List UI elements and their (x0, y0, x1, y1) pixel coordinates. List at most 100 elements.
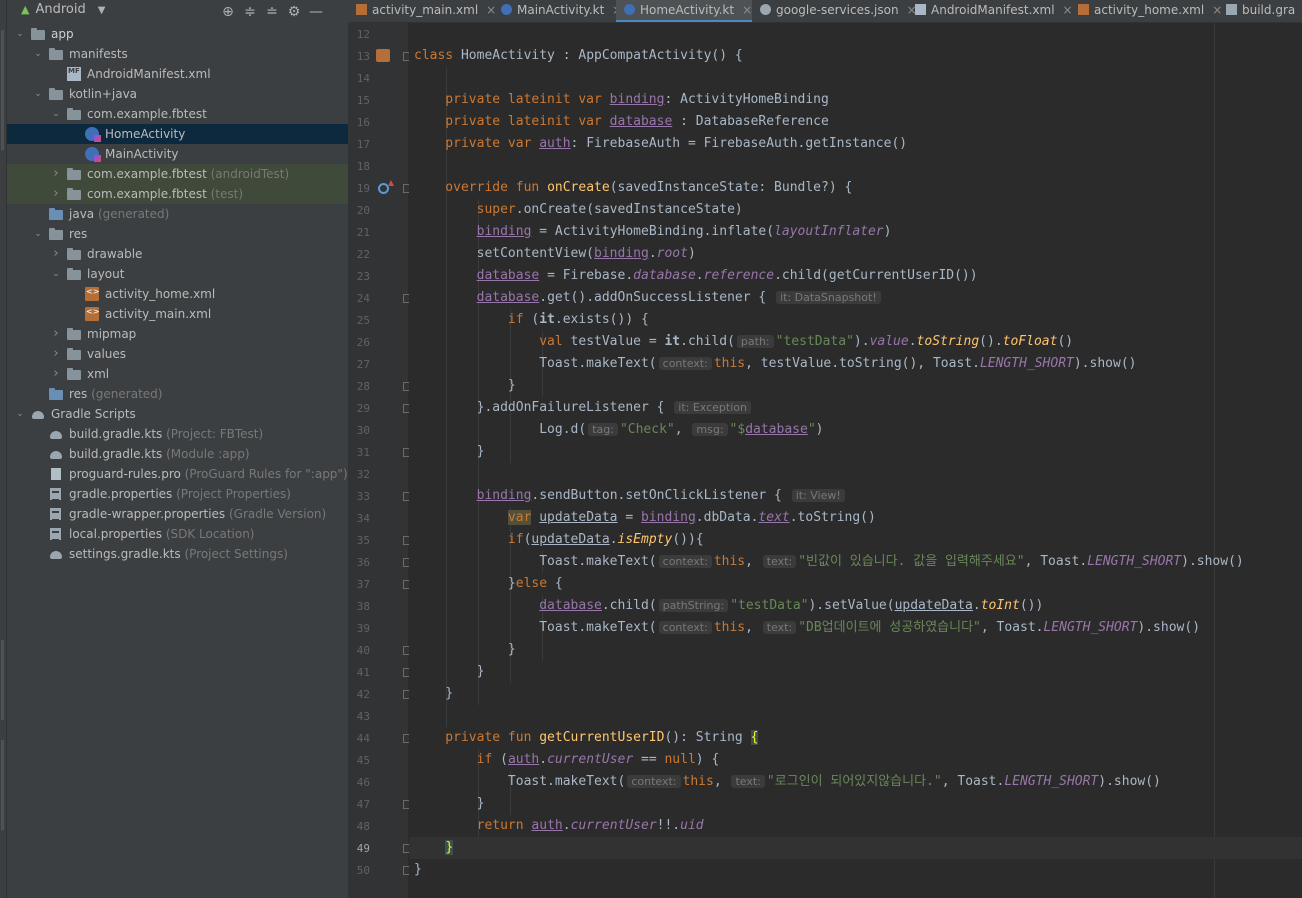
code-line[interactable]: if(updateData.isEmpty()){ (414, 529, 704, 551)
tree-item[interactable]: ⌄ com.example.fbtest (7, 104, 348, 124)
chevron-down-icon[interactable]: ⌄ (33, 44, 43, 64)
code-line[interactable]: return auth.currentUser!!.uid (414, 815, 704, 837)
line-number[interactable]: 17 (348, 138, 370, 151)
line-number[interactable]: 50 (348, 864, 370, 877)
left-tool-window-strip[interactable] (0, 0, 7, 898)
code-line[interactable]: if (it.exists()) { (414, 309, 649, 331)
chevron-right-icon[interactable]: › (51, 164, 61, 184)
code-line[interactable]: private fun getCurrentUserID(): String { (414, 727, 759, 749)
line-number[interactable]: 24 (348, 292, 370, 305)
line-number[interactable]: 35 (348, 534, 370, 547)
tree-item[interactable]: settings.gradle.kts (Project Settings) (7, 544, 348, 564)
tree-item[interactable]: proguard-rules.pro (ProGuard Rules for "… (7, 464, 348, 484)
code-line[interactable]: } (414, 859, 422, 881)
code-line[interactable]: setContentView(binding.root) (414, 243, 696, 265)
tree-item[interactable]: activity_main.xml (7, 304, 348, 324)
code-line[interactable]: private lateinit var database : Database… (414, 111, 829, 133)
chevron-down-icon[interactable]: ⌄ (33, 224, 43, 244)
chevron-down-icon[interactable]: ⌄ (15, 404, 25, 424)
chevron-right-icon[interactable]: › (51, 184, 61, 204)
expand-all-icon[interactable]: ≑ (239, 4, 261, 20)
project-view-selector[interactable]: ▲ Android ▼ (21, 2, 105, 17)
line-number[interactable]: 47 (348, 798, 370, 811)
chevron-down-icon[interactable]: ⌄ (51, 264, 61, 284)
tree-item[interactable]: build.gradle.kts (Project: FBTest) (7, 424, 348, 444)
chevron-down-icon[interactable]: ⌄ (33, 84, 43, 104)
tree-item[interactable]: HomeActivity (7, 124, 348, 144)
line-number[interactable]: 41 (348, 666, 370, 679)
line-number[interactable]: 15 (348, 94, 370, 107)
tree-item[interactable]: ⌄ layout (7, 264, 348, 284)
tree-item[interactable]: › drawable (7, 244, 348, 264)
line-number[interactable]: 19 (348, 182, 370, 195)
code-line[interactable]: } (414, 793, 485, 815)
code-line[interactable]: } (414, 441, 485, 463)
code-line[interactable]: database.get().addOnSuccessListener { it… (414, 287, 883, 309)
minimize-icon[interactable]: — (305, 4, 327, 20)
code-line[interactable]: private var auth: FirebaseAuth = Firebas… (414, 133, 907, 155)
tree-item[interactable]: › com.example.fbtest (androidTest) (7, 164, 348, 184)
code-line[interactable]: super.onCreate(savedInstanceState) (414, 199, 743, 221)
line-number[interactable]: 34 (348, 512, 370, 525)
tree-item[interactable]: MainActivity (7, 144, 348, 164)
code-line[interactable]: Log.d(tag: "Check", msg: "$database") (414, 419, 823, 441)
tree-item[interactable]: ⌄ app (7, 24, 348, 44)
line-number[interactable]: 21 (348, 226, 370, 239)
line-number[interactable]: 39 (348, 622, 370, 635)
code-line[interactable]: private lateinit var binding: ActivityHo… (414, 89, 829, 111)
tab-homeactivity-kt[interactable]: HomeActivity.kt × (616, 0, 752, 22)
code-line[interactable]: override fun onCreate(savedInstanceState… (414, 177, 852, 199)
line-number[interactable]: 46 (348, 776, 370, 789)
code-line[interactable]: database = Firebase.database.reference.c… (414, 265, 978, 287)
line-number[interactable]: 37 (348, 578, 370, 591)
code-line[interactable]: } (414, 375, 516, 397)
code-line[interactable]: if (auth.currentUser == null) { (414, 749, 720, 771)
line-number[interactable]: 12 (348, 28, 370, 41)
project-tool-tab[interactable] (1, 30, 4, 150)
tree-item[interactable]: activity_home.xml (7, 284, 348, 304)
tab-google-services-json[interactable]: google-services.json × (752, 0, 917, 22)
tree-item[interactable]: › values (7, 344, 348, 364)
tree-item[interactable]: gradle-wrapper.properties (Gradle Versio… (7, 504, 348, 524)
related-layout-icon[interactable] (376, 49, 390, 62)
code-line[interactable]: Toast.makeText(context: this, testValue.t… (414, 353, 1136, 375)
line-number[interactable]: 28 (348, 380, 370, 393)
code-line[interactable]: var updateData = binding.dbData.text.toS… (414, 507, 876, 529)
code-line[interactable]: binding.sendButton.setOnClickListener { … (414, 485, 847, 507)
tree-item[interactable]: ⌄ kotlin+java (7, 84, 348, 104)
chevron-down-icon[interactable]: ⌄ (51, 104, 61, 124)
line-number[interactable]: 48 (348, 820, 370, 833)
code-line[interactable]: } (414, 683, 453, 705)
line-number[interactable]: 36 (348, 556, 370, 569)
line-number[interactable]: 14 (348, 72, 370, 85)
line-number[interactable]: 43 (348, 710, 370, 723)
tab-activity-main-xml[interactable]: activity_main.xml × (348, 0, 496, 22)
code-line[interactable]: binding = ActivityHomeBinding.inflate(la… (414, 221, 892, 243)
code-line[interactable]: } (414, 639, 516, 661)
tree-item[interactable]: AndroidManifest.xml (7, 61, 348, 84)
tree-item[interactable]: local.properties (SDK Location) (7, 524, 348, 544)
tree-item[interactable]: res (generated) (7, 384, 348, 404)
code-line[interactable]: class HomeActivity : AppCompatActivity()… (414, 45, 743, 67)
crosshair-icon[interactable]: ⊕ (217, 4, 239, 20)
code-line[interactable]: Toast.makeText(context: this, text: "로그인이 … (414, 771, 1161, 793)
line-number[interactable]: 29 (348, 402, 370, 415)
line-number[interactable]: 13 (348, 50, 370, 63)
build-variants-tool-tab[interactable] (1, 640, 4, 720)
tab-activity-home-xml[interactable]: activity_home.xml × (1070, 0, 1222, 22)
chevron-right-icon[interactable]: › (51, 244, 61, 264)
line-number[interactable]: 25 (348, 314, 370, 327)
tab-build-gra[interactable]: build.gra (1218, 0, 1302, 22)
chevron-right-icon[interactable]: › (51, 324, 61, 344)
chevron-down-icon[interactable]: ⌄ (15, 24, 25, 44)
tree-item[interactable]: › mipmap (7, 324, 348, 344)
code-line[interactable]: }else { (414, 573, 563, 595)
line-number[interactable]: 23 (348, 270, 370, 283)
line-number[interactable]: 31 (348, 446, 370, 459)
line-number[interactable]: 22 (348, 248, 370, 261)
code-line[interactable]: }.addOnFailureListener { it: Exception (414, 397, 753, 419)
chevron-right-icon[interactable]: › (51, 344, 61, 364)
line-number[interactable]: 20 (348, 204, 370, 217)
tree-item[interactable]: ⌄ res (7, 224, 348, 244)
gear-icon[interactable]: ⚙ (283, 4, 305, 20)
